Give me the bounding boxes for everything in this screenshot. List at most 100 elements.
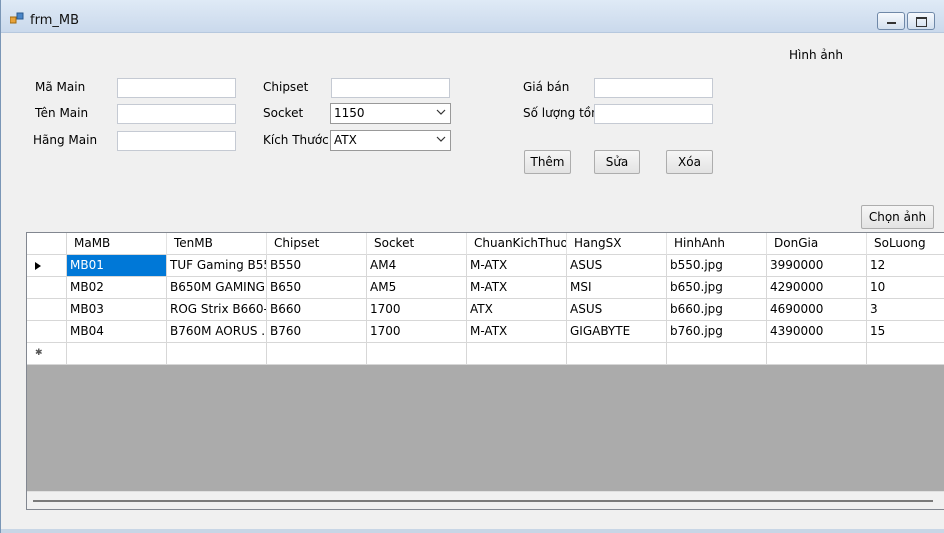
table-cell[interactable]: 1700 [367, 321, 467, 343]
current-row-arrow-icon [35, 262, 41, 270]
table-cell[interactable]: MB04 [67, 321, 167, 343]
table-cell[interactable] [467, 343, 567, 365]
table-cell[interactable]: 4390000 [767, 321, 867, 343]
hang-main-input[interactable] [117, 131, 236, 151]
table-cell[interactable]: b760.jpg [667, 321, 767, 343]
gia-ban-input[interactable] [594, 78, 713, 98]
table-cell[interactable]: M-ATX [467, 255, 567, 277]
table-cell[interactable]: 12 [867, 255, 944, 277]
window-bottom-edge [1, 529, 944, 533]
table-cell[interactable]: M-ATX [467, 277, 567, 299]
sua-button[interactable]: Sửa [594, 150, 640, 174]
row-header[interactable]: ✱ [27, 343, 67, 365]
title-bar: frm_MB [1, 0, 944, 33]
kich-thuoc-select[interactable]: ATX [330, 130, 451, 151]
new-row[interactable]: ✱ [27, 343, 944, 365]
table-cell[interactable]: ROG Strix B660-... [167, 299, 267, 321]
chon-anh-button[interactable]: Chọn ảnh [861, 205, 934, 229]
table-cell[interactable]: AM4 [367, 255, 467, 277]
column-header[interactable]: ChuanKichThuoc [467, 233, 567, 255]
table-cell[interactable]: B760M AORUS ... [167, 321, 267, 343]
grid-header-row: MaMB TenMB Chipset Socket ChuanKichThuoc… [27, 233, 944, 255]
table-row[interactable]: MB02 B650M GAMING ... B650 AM5 M-ATX MSI… [27, 277, 944, 299]
table-cell[interactable]: TUF Gaming B55... [167, 255, 267, 277]
table-cell[interactable] [567, 343, 667, 365]
socket-select-value: 1150 [334, 106, 365, 120]
horizontal-scrollbar[interactable] [27, 491, 944, 509]
gia-ban-label: Giá bán [523, 80, 570, 94]
table-cell[interactable]: MSI [567, 277, 667, 299]
table-cell[interactable]: B650 [267, 277, 367, 299]
column-header[interactable]: MaMB [67, 233, 167, 255]
column-header[interactable]: Socket [367, 233, 467, 255]
table-row[interactable]: MB03 ROG Strix B660-... B660 1700 ATX AS… [27, 299, 944, 321]
data-grid[interactable]: MaMB TenMB Chipset Socket ChuanKichThuoc… [26, 232, 944, 510]
table-cell[interactable]: B650M GAMING ... [167, 277, 267, 299]
table-row[interactable]: MB04 B760M AORUS ... B760 1700 M-ATX GIG… [27, 321, 944, 343]
table-cell[interactable]: B760 [267, 321, 367, 343]
ten-main-label: Tên Main [35, 106, 89, 120]
table-cell[interactable] [367, 343, 467, 365]
window-title: frm_MB [30, 13, 79, 28]
table-cell[interactable]: ATX [467, 299, 567, 321]
so-luong-ton-input[interactable] [594, 104, 713, 124]
row-header[interactable] [27, 255, 67, 277]
table-cell[interactable] [67, 343, 167, 365]
minimize-icon [887, 22, 896, 24]
table-cell[interactable] [167, 343, 267, 365]
table-cell[interactable]: 4690000 [767, 299, 867, 321]
row-header[interactable] [27, 277, 67, 299]
table-cell[interactable]: 15 [867, 321, 944, 343]
ten-main-input[interactable] [117, 104, 236, 124]
table-cell[interactable]: 4290000 [767, 277, 867, 299]
socket-label: Socket [263, 106, 304, 120]
table-cell[interactable]: ASUS [567, 255, 667, 277]
table-cell[interactable]: B550 [267, 255, 367, 277]
row-header[interactable] [27, 321, 67, 343]
chipset-input[interactable] [331, 78, 450, 98]
column-header[interactable]: DonGia [767, 233, 867, 255]
column-header[interactable]: HangSX [567, 233, 667, 255]
minimize-button[interactable] [877, 12, 905, 30]
chipset-label: Chipset [263, 80, 309, 94]
table-cell[interactable]: 3990000 [767, 255, 867, 277]
column-header[interactable]: SoLuong [867, 233, 944, 255]
column-header[interactable]: TenMB [167, 233, 267, 255]
table-cell[interactable]: MB02 [67, 277, 167, 299]
kich-thuoc-select-value: ATX [334, 133, 357, 147]
ma-main-input[interactable] [117, 78, 236, 98]
table-cell[interactable]: 3 [867, 299, 944, 321]
column-header[interactable]: HinhAnh [667, 233, 767, 255]
app-icon [10, 12, 24, 24]
table-cell[interactable]: 10 [867, 277, 944, 299]
table-cell[interactable] [767, 343, 867, 365]
table-cell[interactable] [667, 343, 767, 365]
table-cell[interactable]: 1700 [367, 299, 467, 321]
new-row-asterisk-icon: ✱ [35, 348, 43, 358]
table-cell[interactable]: b550.jpg [667, 255, 767, 277]
kich-thuoc-label: Kích Thước [263, 133, 329, 147]
maximize-icon [916, 17, 927, 27]
table-cell[interactable] [267, 343, 367, 365]
table-row[interactable]: MB01 TUF Gaming B55... B550 AM4 M-ATX AS… [27, 255, 944, 277]
row-header[interactable] [27, 299, 67, 321]
table-cell[interactable] [867, 343, 944, 365]
scrollbar-thumb[interactable] [33, 500, 933, 502]
table-cell[interactable]: MB03 [67, 299, 167, 321]
them-button[interactable]: Thêm [524, 150, 571, 174]
grid-corner-cell[interactable] [27, 233, 67, 255]
table-cell[interactable]: GIGABYTE [567, 321, 667, 343]
table-cell[interactable]: b650.jpg [667, 277, 767, 299]
ma-main-label: Mã Main [35, 80, 86, 94]
xoa-button[interactable]: Xóa [666, 150, 713, 174]
column-header[interactable]: Chipset [267, 233, 367, 255]
table-cell[interactable]: MB01 [67, 255, 167, 277]
table-cell[interactable]: b660.jpg [667, 299, 767, 321]
table-cell[interactable]: AM5 [367, 277, 467, 299]
table-cell[interactable]: M-ATX [467, 321, 567, 343]
hang-main-label: Hãng Main [33, 133, 98, 147]
maximize-button[interactable] [907, 12, 935, 30]
socket-select[interactable]: 1150 [330, 103, 451, 124]
table-cell[interactable]: ASUS [567, 299, 667, 321]
table-cell[interactable]: B660 [267, 299, 367, 321]
